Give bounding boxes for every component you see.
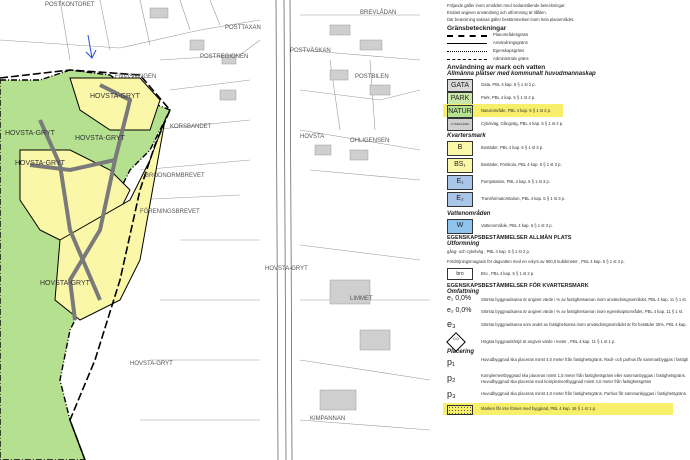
legend-code: p₁ [447,357,456,367]
e2-swatch: E₂ [447,192,473,207]
area-label: HOVSTA-GRYT [5,130,56,137]
plan-legend: Följande gäller inom områden med nedanst… [433,0,690,460]
intro-line: Endast angiven användning och utformning… [447,10,547,15]
bro-swatch: bro [447,268,473,280]
boundary-line-icon [447,43,487,44]
gata-swatch: GATA [447,79,473,92]
area-label: HOVSTA-GRYT [75,135,126,142]
legend-desc: Fördröjningsmagasin för dagvatten med en… [447,259,625,264]
legend-desc: Bostäder, Förskola, PBL 4 kap. 5 § 1 st … [481,162,562,167]
boundaries-title: Gränsbeteckningar [447,25,507,32]
boundaries-list: Planområdesgräns Användningsgräns Egensk… [433,32,690,64]
area-label: HOVSTA-GRYT [15,160,66,167]
design-list: gång- och cykelväg , PBL 4 kap. 5 § 1 st… [433,247,690,283]
area-label: HOVSTA-GRYT [40,280,91,287]
boundary-label: Egenskapsgräns [493,48,525,53]
boundary-label: Administrativ gräns [493,56,529,61]
boundary-label: Användningsgräns [493,40,528,45]
street-label: POSTBILEN [355,74,389,80]
legend-desc: Gata, PBL 4 kap. 5 § 1 st 2 p. [481,82,536,87]
boundary-line-icon [447,35,487,37]
street-label: POSTTAXAN [225,25,261,31]
legend-desc: Största byggnadsarea är angivet värde i … [481,309,684,314]
street-label: POSTVÄSKAN [290,47,331,54]
bostad-swatch: B [447,141,473,156]
legend-desc: Största byggnadsarea är angivet värde i … [481,297,687,302]
street-label: BRÖDNORMBREVET [145,172,205,179]
land-water-title: Användning av mark och vatten [447,64,546,71]
legend-desc: Cykelväg, Gångväg, PBL 4 kap. 5 § 1 st 2… [481,121,564,126]
legend-desc: Transformatorstation, PBL 4 kap. 5 § 1 s… [481,196,566,201]
street-label: HOVSTA-GRYT [130,361,173,367]
legend-code: e₂ 0,0% [447,307,472,314]
street-label: BREVLÅDAN [360,9,396,16]
boundary-line-icon [447,51,487,52]
boundary-line-icon [447,59,487,60]
natur-swatch: NATUR [447,105,473,118]
legend-code: 0,0 [453,336,459,341]
street-label: OHLIGENSEN [350,138,389,144]
street-label: LIMMET [350,296,373,302]
blocks-list: B Bostäder, PBL 4 kap. 5 § 1 st 3 p. BS₁… [433,139,690,211]
water-list: W Vattenområde, PBL 4 kap. 5 § 1 st 3 p. [433,217,690,235]
legend-desc: Huvudbyggnad ska placeras minst 4,0 mete… [481,391,687,396]
street-label: KORSBANDET [170,124,212,130]
legend-code: p₂ [447,373,456,383]
street-label: POSTREGIONEN [200,54,248,60]
legend-desc: Marken får inte förses med byggnad, PBL … [481,406,597,411]
street-label: HOVSTA-GRYT [265,266,308,272]
cykelgang-swatch: CYKELGÅNG [447,118,473,131]
legend-intro: Följande gäller inom områden med nedanst… [433,0,690,23]
legend-code: e₁ 0,0% [447,295,472,302]
dotted-land-swatch [447,405,473,415]
public-list: GATA Gata, PBL 4 kap. 5 § 1 st 2 p. PARK… [433,77,690,133]
bs1-swatch: BS₁ [447,158,473,173]
legend-code: p₃ [447,389,456,399]
legend-code: e₃ [447,319,456,329]
detail-plan-map[interactable]: POSTKONTORET POSTTAXAN BREVLÅDAN POSTVÄS… [0,0,433,460]
legend-desc: Vattenområde, PBL 4 kap. 5 § 1 st 3 p. [481,223,553,228]
legend-desc: gång- och cykelväg , PBL 4 kap. 5 § 1 st… [447,249,530,254]
legend-desc: Park, PBL 4 kap. 5 § 1 st 2 p. [481,95,536,100]
street-label: KIMPANNAN [310,416,345,422]
area-label: HOVSTA-GRYT [90,93,141,100]
street-label: POSTKONTORET [45,2,95,8]
legend-desc: Bostäder, PBL 4 kap. 5 § 1 st 3 p. [481,145,544,150]
water-swatch: W [447,219,473,234]
legend-desc: Största byggnadsarea som andel av fastig… [481,322,687,327]
e1-swatch: E₁ [447,175,473,190]
boundary-label: Planområdesgräns [493,32,529,37]
intro-line: Följande gäller inom områden med nedanst… [447,3,566,8]
intro-line: Där beteckning saknas gäller bestämmelse… [447,17,575,22]
legend-desc: Huvudbyggnad ska placeras minst 4,0 mete… [481,357,689,362]
legend-desc: Högsta byggnadshöjd är angivet värde i m… [481,339,616,344]
legend-desc: Pumpstation, PBL 4 kap. 5 § 1 st 3 p. [481,179,550,184]
street-label: ENVISNINGEN [115,74,156,80]
legend-desc: Komplementbyggnad ska placeras minst 1,5… [481,373,686,384]
placement-list: p₁ Huvudbyggnad ska placeras minst 4,0 m… [433,355,690,425]
scope-list: e₁ 0,0% Största byggnadsarea är angivet … [433,295,690,352]
street-label: FÖRENINGSBREVET [140,208,200,215]
legend-desc: Bro , PBL 4 kap. 5 § 1 st 2 p. [481,271,535,276]
street-label: HOVSTA [300,134,324,140]
legend-desc: Naturområde, PBL 4 kap. 5 § 1 st 2 p. [481,108,552,113]
